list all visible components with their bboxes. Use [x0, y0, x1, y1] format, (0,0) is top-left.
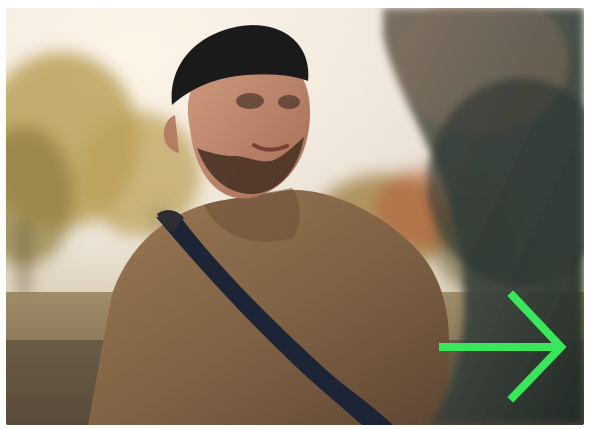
left-eye: [236, 93, 264, 109]
photo-scene: [6, 8, 584, 425]
right-eye: [278, 95, 300, 109]
photo-frame: [6, 8, 584, 425]
